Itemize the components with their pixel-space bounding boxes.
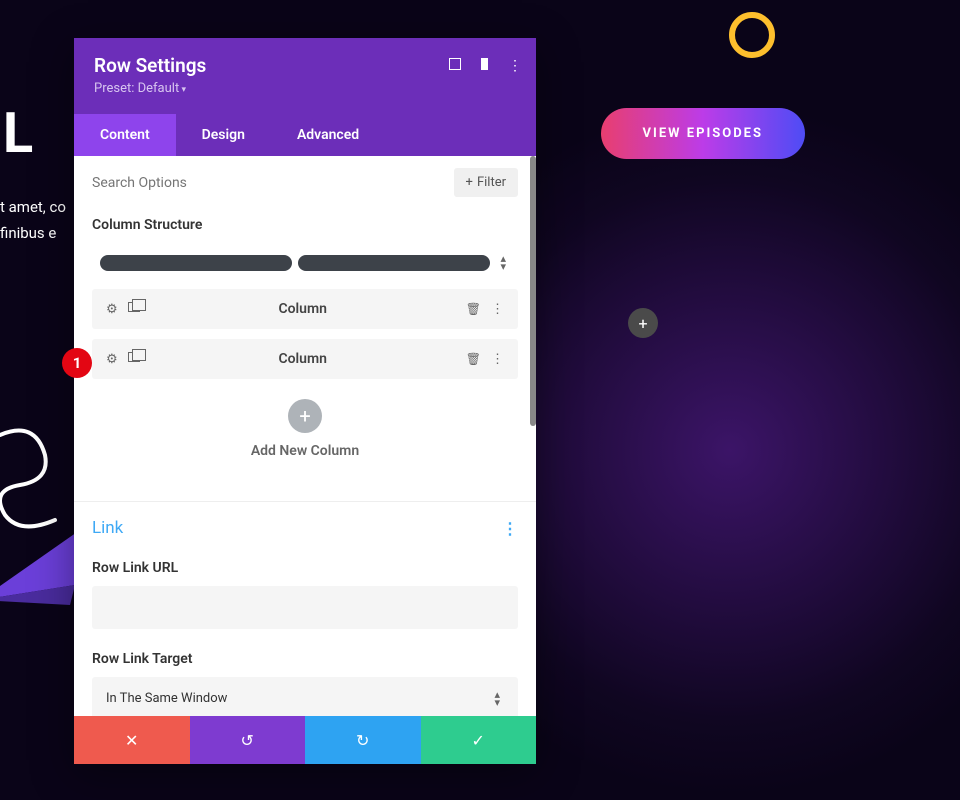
trash-icon[interactable] <box>466 302 481 317</box>
gear-icon[interactable] <box>106 352 118 367</box>
redo-button[interactable]: ↻ <box>305 716 421 764</box>
more-icon[interactable] <box>502 519 518 538</box>
annotation-badge: 1 <box>62 348 92 378</box>
trash-icon[interactable] <box>466 352 481 367</box>
chevron-updown-icon: ▴▾ <box>490 691 504 706</box>
more-icon[interactable] <box>491 352 504 367</box>
add-module-button[interactable]: + <box>628 308 658 338</box>
panel-footer: ✕ ↺ ↻ ✓ <box>74 716 536 764</box>
column-structure-label: Column Structure <box>92 217 518 233</box>
add-column-area: + Add New Column <box>92 379 518 483</box>
add-column-label: Add New Column <box>92 443 518 459</box>
panel-tabs: Content Design Advanced <box>74 114 536 156</box>
plus-icon: + <box>466 175 473 190</box>
tab-advanced[interactable]: Advanced <box>271 114 385 156</box>
column-row-right-icons <box>466 302 504 317</box>
row-link-url-input[interactable] <box>92 586 518 629</box>
paragraph-line: finibus e <box>0 224 56 242</box>
row-link-target-select[interactable]: In The Same Window ▴▾ <box>92 677 518 716</box>
responsive-icon[interactable] <box>481 58 488 70</box>
column-structure-section: Column Structure ▴▾ Column <box>74 209 536 501</box>
column-label: Column <box>140 351 466 367</box>
preset-dropdown[interactable]: Preset: Default <box>94 81 516 96</box>
more-icon[interactable] <box>508 58 522 74</box>
more-icon[interactable] <box>491 302 504 317</box>
link-section-title[interactable]: Link <box>92 518 123 538</box>
gear-icon[interactable] <box>106 302 118 317</box>
column-row-left-icons <box>106 352 140 367</box>
save-button[interactable]: ✓ <box>421 716 537 764</box>
add-column-button[interactable]: + <box>288 399 322 433</box>
header-icon-group <box>449 58 522 74</box>
column-row-left-icons <box>106 302 140 317</box>
duplicate-icon[interactable] <box>128 352 140 362</box>
row-link-url-label: Row Link URL <box>92 560 518 576</box>
filter-button[interactable]: + Filter <box>454 168 518 197</box>
tab-content[interactable]: Content <box>74 114 176 156</box>
search-input[interactable] <box>92 175 454 191</box>
column-row[interactable]: Column <box>92 339 518 379</box>
row-link-target-label: Row Link Target <box>92 651 518 667</box>
column-structure-selector[interactable]: ▴▾ <box>92 247 518 279</box>
search-row: + Filter <box>74 156 536 209</box>
scrollbar[interactable] <box>530 156 536 426</box>
row-settings-panel: Row Settings Preset: Default Content Des… <box>74 38 536 764</box>
column-bar <box>100 255 292 271</box>
yellow-circle-icon <box>729 12 775 58</box>
filter-label: Filter <box>477 175 506 190</box>
tab-design[interactable]: Design <box>176 114 271 156</box>
divider <box>74 501 536 502</box>
duplicate-icon[interactable] <box>128 302 140 312</box>
column-row[interactable]: Column <box>92 289 518 329</box>
link-section-header: Link <box>92 518 518 538</box>
panel-body: + Filter Column Structure ▴▾ Column <box>74 156 536 716</box>
column-row-right-icons <box>466 352 504 367</box>
page-paragraph-fragment: t amet, co finibus e <box>0 195 66 246</box>
column-bar <box>298 255 490 271</box>
undo-button[interactable]: ↺ <box>190 716 306 764</box>
link-section: Link Row Link URL Row Link Target In The… <box>74 518 536 716</box>
squiggle-icon <box>0 420 85 540</box>
expand-icon[interactable] <box>449 58 461 70</box>
column-label: Column <box>140 301 466 317</box>
chevron-updown-icon[interactable]: ▴▾ <box>496 255 510 270</box>
select-value: In The Same Window <box>106 691 227 706</box>
panel-header: Row Settings Preset: Default <box>74 38 536 114</box>
close-button[interactable]: ✕ <box>74 716 190 764</box>
paragraph-line: t amet, co <box>0 198 66 216</box>
view-episodes-button[interactable]: VIEW EPISODES <box>601 108 805 159</box>
page-heading-fragment: t L <box>0 100 33 166</box>
